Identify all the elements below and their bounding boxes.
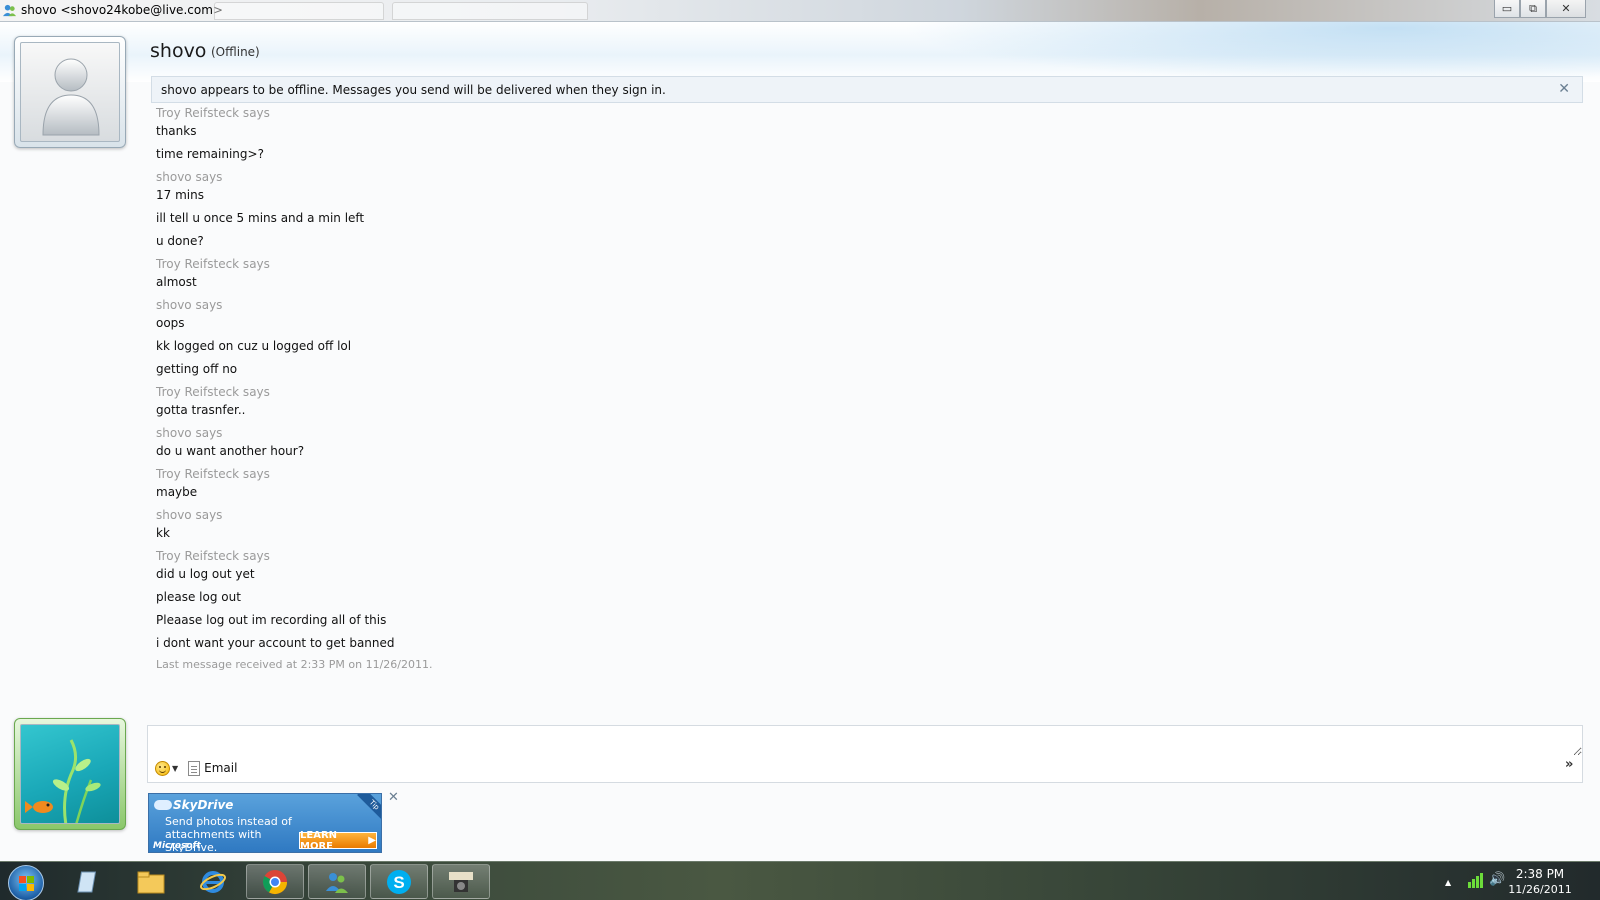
learn-more-label: LEARN MORE [300, 829, 338, 852]
message-sender: shovo says [156, 298, 223, 312]
maximize-button[interactable]: ⧉ [1520, 0, 1546, 18]
message-text: maybe [156, 485, 198, 499]
message-text: did u log out yet [156, 567, 255, 581]
message-group: Troy Reifsteck says almost [156, 256, 1556, 292]
infobar-close-icon[interactable]: ✕ [1558, 82, 1570, 96]
contact-status: (Offline) [211, 45, 260, 59]
document-icon [188, 760, 201, 776]
message-text: time remaining>? [156, 147, 264, 161]
chrome-icon [262, 869, 287, 894]
internet-explorer-icon [200, 870, 226, 893]
message-text: gotta trasnfer.. [156, 403, 246, 417]
message-group: Troy Reifsteck says maybe [156, 466, 1556, 502]
ad-brand: SkyDrive [173, 798, 234, 812]
message-group: shovo says 17 mins ill tell u once 5 mins … [156, 169, 1556, 251]
learn-more-button[interactable]: LEARN MORE ▶ [299, 829, 377, 852]
notepad-icon [77, 871, 97, 892]
skydrive-ad[interactable]: SkyDrive Send photos instead of attachme… [148, 793, 382, 853]
taskbar: S ▲ 🔊 [0, 861, 1600, 900]
messenger-icon [326, 872, 348, 893]
taskbar-chrome[interactable] [246, 864, 304, 899]
message-group: Troy Reifsteck says did u log out yet plea… [156, 548, 1556, 653]
message-sender: shovo says [156, 170, 223, 184]
message-text: almost [156, 275, 197, 289]
message-compose-box[interactable] [147, 725, 1583, 783]
message-sender: Troy Reifsteck says [156, 385, 270, 399]
taskbar-skype[interactable]: S [370, 864, 428, 899]
message-sender: shovo says [156, 426, 223, 440]
cloud-icon [154, 800, 172, 810]
infobar-message: shovo appears to be offline. Messages yo… [161, 83, 666, 97]
message-input[interactable] [148, 726, 1582, 756]
message-sender: shovo says [156, 508, 223, 522]
message-text: u done? [156, 234, 204, 248]
folder-icon [137, 871, 165, 893]
email-label: Email [204, 761, 238, 775]
close-button[interactable]: ✕ [1546, 0, 1586, 18]
aquarium-picture [20, 724, 120, 824]
message-group: shovo says kk [156, 507, 1556, 543]
clock-date[interactable]: 11/26/2011 [1500, 883, 1580, 896]
clock-time[interactable]: 2:38 PM [1500, 867, 1580, 881]
conversation-history: Troy Reifsteck says thanks time remaining>… [156, 105, 1556, 671]
messenger-app-icon[interactable] [2, 3, 17, 18]
message-text: please log out [156, 590, 241, 604]
message-text: i dont want your account to get banned [156, 636, 395, 650]
default-user-icon [20, 42, 120, 142]
compose-toolbar: ▼ Email [155, 757, 237, 779]
message-text: kk logged on cuz u logged off lol [156, 339, 352, 353]
message-sender: Troy Reifsteck says [156, 106, 270, 120]
more-options-button[interactable]: » [1565, 757, 1573, 772]
show-hidden-icons-arrow[interactable]: ▲ [1445, 878, 1451, 887]
ad-close-icon[interactable]: ✕ [388, 790, 399, 805]
message-sender: Troy Reifsteck says [156, 549, 270, 563]
taskbar-notepad[interactable] [60, 864, 118, 899]
message-text: kk [156, 526, 170, 540]
taskbar-hypercam[interactable] [432, 864, 490, 899]
contact-name[interactable]: shovo [150, 40, 206, 62]
emoticon-button[interactable]: ▼ [155, 760, 179, 776]
network-icon[interactable] [1466, 872, 1484, 890]
message-sender: Troy Reifsteck says [156, 467, 270, 481]
smiley-icon [155, 760, 170, 776]
message-group: Troy Reifsteck says thanks time remaining>… [156, 105, 1556, 164]
message-text: getting off no [156, 362, 238, 376]
start-button[interactable] [8, 865, 44, 900]
person-silhouette-icon [42, 58, 100, 136]
message-group: shovo says oops kk logged on cuz u logged … [156, 297, 1556, 379]
taskbar-explorer[interactable] [122, 864, 180, 899]
message-text: thanks [156, 124, 197, 138]
ad-tip-tag: Tip [356, 794, 381, 823]
message-sender: Troy Reifsteck says [156, 257, 270, 271]
message-group: shovo says do u want another hour? [156, 425, 1556, 461]
message-text: ill tell u once 5 mins and a min left [156, 211, 365, 225]
hypercam-icon [449, 871, 473, 892]
title-bar: shovo <shovo24kobe@live.com> ▭ ⧉ ✕ [0, 0, 1600, 22]
my-avatar[interactable] [14, 718, 126, 830]
minimize-button[interactable]: ▭ [1494, 0, 1520, 18]
message-text: Pleaase log out im recording all of this [156, 613, 387, 627]
window-title: shovo <shovo24kobe@live.com> [21, 3, 223, 17]
message-text: 17 mins [156, 188, 204, 202]
fish-plant-icon [25, 739, 101, 823]
play-arrow-icon: ▶ [368, 835, 376, 846]
chevron-down-icon: ▼ [172, 763, 179, 773]
ad-company: Microsoft [153, 841, 201, 851]
svg-text:S: S [393, 873, 404, 892]
last-received-note: Last message received at 2:33 PM on 11/2… [156, 658, 433, 671]
skype-icon: S [387, 869, 411, 894]
windows-logo-icon [19, 876, 35, 892]
message-text: oops [156, 316, 185, 330]
email-button[interactable]: Email [188, 760, 238, 776]
background-tab [214, 2, 384, 20]
taskbar-internet-explorer[interactable] [184, 864, 242, 899]
offline-infobar: shovo appears to be offline. Messages yo… [151, 76, 1583, 103]
message-group: Troy Reifsteck says gotta trasnfer.. [156, 384, 1556, 420]
message-text: do u want another hour? [156, 444, 305, 458]
background-tab [392, 2, 588, 20]
taskbar-messenger[interactable] [308, 864, 366, 899]
contact-avatar[interactable] [14, 36, 126, 148]
